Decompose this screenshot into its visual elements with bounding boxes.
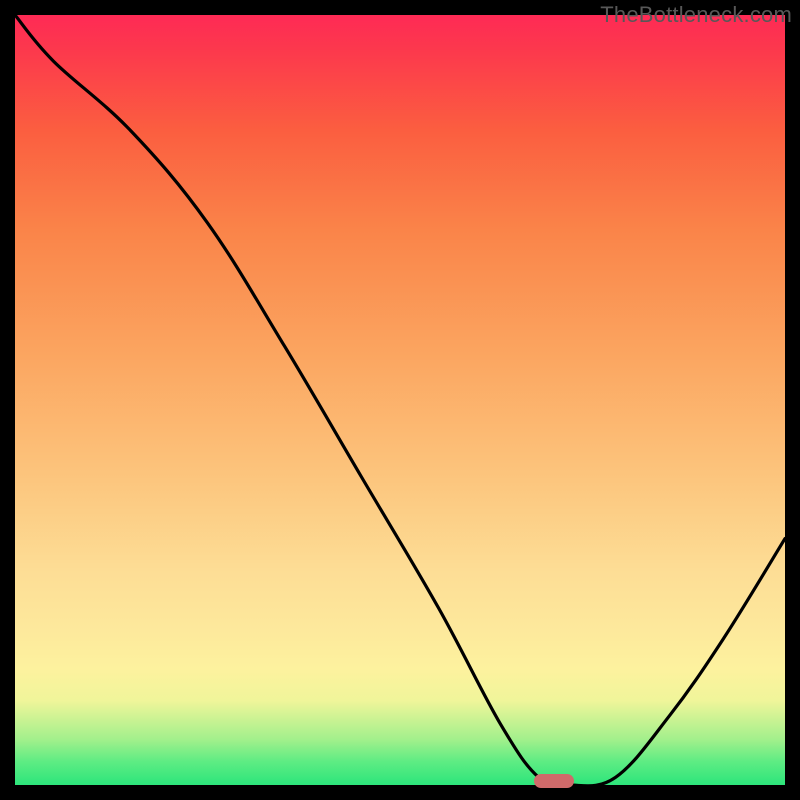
chart-plot-area [15, 15, 785, 785]
bottleneck-line [15, 15, 785, 785]
optimal-marker [534, 774, 574, 788]
watermark-label: TheBottleneck.com [600, 2, 792, 28]
